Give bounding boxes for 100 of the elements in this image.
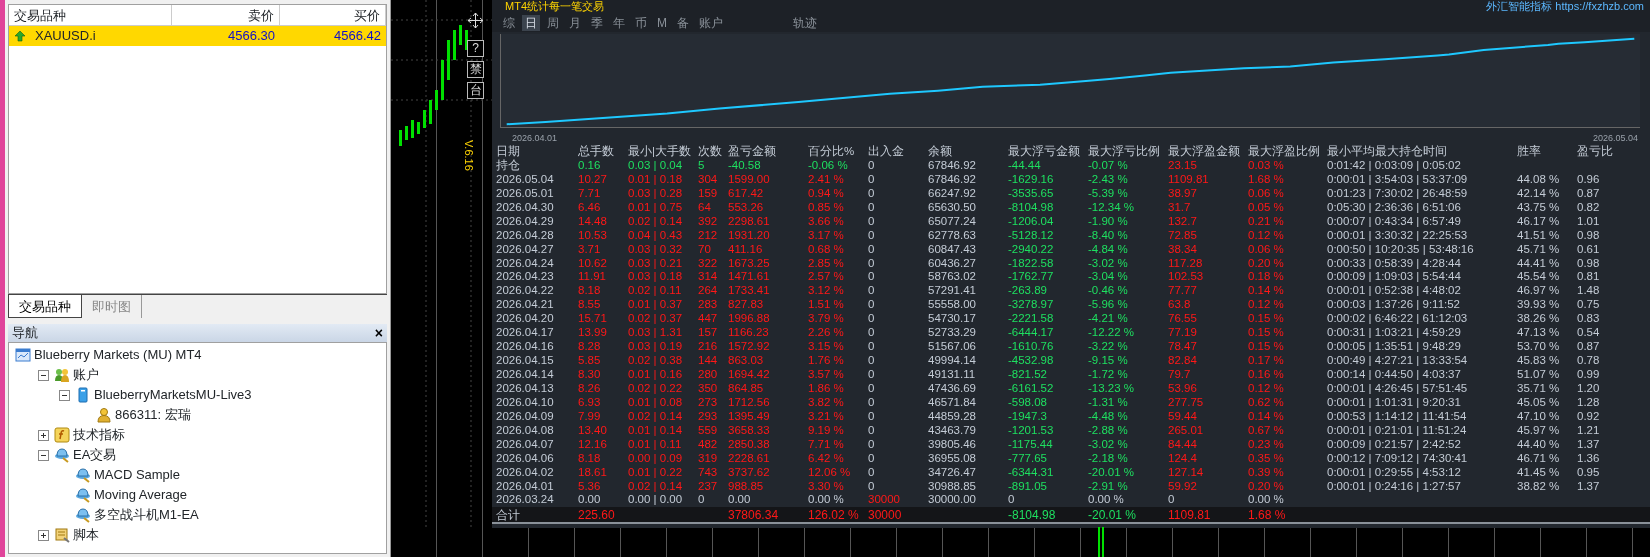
table-cell-text: 0.00 bbox=[578, 493, 602, 508]
table-cell-text: -1201.53 bbox=[1008, 423, 1055, 438]
tab[interactable]: 周 bbox=[544, 15, 562, 31]
table-cell-text: -8.40 % bbox=[1088, 228, 1129, 243]
collapse-icon[interactable] bbox=[38, 369, 49, 381]
tab[interactable]: 币 bbox=[632, 15, 650, 31]
close-button[interactable]: × bbox=[374, 326, 383, 340]
table-cell-text: 1395.49 bbox=[728, 409, 771, 424]
table-cell-text: 0.35 % bbox=[1248, 451, 1285, 466]
table-cell-text: 47.10 % bbox=[1517, 409, 1561, 424]
tab[interactable]: 日 bbox=[522, 15, 540, 31]
table-cell-text: 0.92 bbox=[1577, 409, 1601, 424]
table-cell-text: 2026.04.09 bbox=[496, 409, 555, 424]
candle bbox=[441, 60, 444, 100]
table-cell-text: 0:00:50 | 10:20:35 | 53:48:16 bbox=[1327, 242, 1475, 257]
table-cell-text: 3.79 % bbox=[808, 312, 845, 327]
table-cell-text: -40.58 bbox=[728, 158, 762, 173]
table-cell-text: 0.16 bbox=[578, 158, 602, 173]
table-cell-text: 0 bbox=[868, 158, 876, 173]
table-cell-text: 1.21 bbox=[1577, 423, 1601, 438]
chart-button[interactable]: 禁 bbox=[467, 61, 484, 78]
panel-title: MT4统计每一笔交易 bbox=[505, 0, 604, 12]
table-cell-text: 124.4 bbox=[1168, 451, 1198, 466]
table-cell-text: 0.12 % bbox=[1248, 228, 1285, 243]
table-cell-text: -20.01 % bbox=[1088, 507, 1138, 525]
tab[interactable]: 备 bbox=[674, 15, 692, 31]
table-cell-text: 0.61 bbox=[1577, 242, 1601, 257]
chart-button[interactable]: 台 bbox=[467, 82, 484, 99]
chart-button[interactable]: ? bbox=[467, 40, 484, 57]
table-cell-text: 58763.02 bbox=[928, 270, 977, 285]
tab[interactable]: M bbox=[654, 15, 670, 31]
table-cell-text: -6161.52 bbox=[1008, 381, 1055, 396]
table-cell-text: 1572.92 bbox=[728, 340, 771, 355]
table-cell-text: 0 bbox=[868, 270, 876, 285]
tree-item[interactable]: BlueberryMarketsMU-Live3 bbox=[94, 385, 252, 405]
tree-item[interactable]: Blueberry Markets (MU) MT4 bbox=[34, 345, 202, 365]
tree-item[interactable]: 866311: 宏瑞 bbox=[115, 405, 191, 425]
table-cell-text: 553.26 bbox=[728, 200, 765, 215]
table-cell-text: 0.01 | 0.08 bbox=[628, 395, 684, 410]
tree-item[interactable]: MACD Sample bbox=[94, 465, 180, 485]
table-cell-text: 0.01 | 0.16 bbox=[628, 368, 684, 382]
table-cell-text: 84.44 bbox=[1168, 437, 1198, 452]
function-icon bbox=[54, 427, 70, 443]
table-cell-text: 2026.04.28 bbox=[496, 228, 555, 243]
table-cell-text: 0 bbox=[868, 284, 876, 299]
table-cell-text: 0.20 % bbox=[1248, 256, 1285, 271]
expand-icon[interactable] bbox=[38, 529, 49, 541]
tree-item[interactable]: EA交易 bbox=[73, 445, 117, 465]
table-cell-text: 0 bbox=[868, 381, 876, 396]
table-cell-text: -13.23 % bbox=[1088, 381, 1136, 396]
table-cell-text: 0.03 % bbox=[1248, 158, 1285, 173]
table-cell-text: 2026.04.15 bbox=[496, 354, 555, 368]
expand-icon[interactable] bbox=[38, 429, 49, 441]
column-header: 盈亏金额 bbox=[728, 145, 777, 159]
collapse-icon[interactable] bbox=[59, 389, 70, 401]
tab[interactable]: 季 bbox=[588, 15, 606, 31]
symbol-row[interactable]: XAUUSD.i 4566.30 4566.42 bbox=[9, 26, 386, 46]
collapse-icon[interactable] bbox=[38, 449, 49, 461]
table-cell-text: 3.57 % bbox=[808, 368, 845, 382]
table-cell-text: 2026.04.29 bbox=[496, 214, 555, 229]
tab[interactable]: 交易品种 bbox=[8, 295, 82, 318]
tree-item[interactable]: 脚本 bbox=[73, 525, 99, 545]
table-cell-text: 3.12 % bbox=[808, 284, 845, 299]
table-cell-text: 30988.85 bbox=[928, 479, 977, 494]
table-cell-text: 30000 bbox=[868, 507, 903, 525]
table-cell-text: 0.02 | 0.14 bbox=[628, 409, 684, 424]
column-header: 总手数 bbox=[578, 145, 615, 159]
tab[interactable]: 年 bbox=[610, 15, 628, 31]
website-link[interactable]: 外汇智能指标 https://fxzhzb.com bbox=[1486, 0, 1644, 12]
tree-item[interactable]: 账户 bbox=[73, 365, 99, 385]
table-cell-text: 47436.69 bbox=[928, 381, 977, 396]
tree-item[interactable]: 多空战斗机M1-EA bbox=[94, 505, 199, 525]
table-cell-text: 0.15 % bbox=[1248, 340, 1285, 355]
table-cell-text: 2228.61 bbox=[728, 451, 771, 466]
tree-item[interactable]: 技术指标 bbox=[73, 425, 125, 445]
table-cell-text: 1.37 bbox=[1577, 479, 1601, 494]
tab[interactable]: 月 bbox=[566, 15, 584, 31]
column-header: 最小平均最大持仓时间 bbox=[1327, 145, 1448, 159]
table-cell-text: 45.71 % bbox=[1517, 242, 1561, 257]
table-cell-text: 2026.04.02 bbox=[496, 465, 555, 480]
table-cell-text: 1712.56 bbox=[728, 395, 771, 410]
table-cell-text: 0 bbox=[868, 186, 876, 201]
table-cell-text: -20.01 % bbox=[1088, 465, 1136, 480]
table-cell-text: 51.07 % bbox=[1517, 368, 1561, 382]
table-cell-text: 0.17 % bbox=[1248, 354, 1285, 368]
table-cell-text: 2026.04.21 bbox=[496, 298, 555, 313]
table-cell-text: 0 bbox=[868, 354, 876, 368]
tab[interactable]: 账户 bbox=[696, 15, 726, 31]
table-cell-text: 0 bbox=[868, 395, 876, 410]
table-cell-text: 12.06 % bbox=[808, 465, 852, 480]
table-cell-text: 0:00:01 | 4:26:45 | 57:51:45 bbox=[1327, 381, 1469, 396]
table-cell-text: 2026.04.24 bbox=[496, 256, 555, 271]
move-icon[interactable] bbox=[467, 12, 484, 29]
tree-item[interactable]: Moving Average bbox=[94, 485, 187, 505]
table-cell-text: -5.96 % bbox=[1088, 298, 1129, 313]
tab[interactable]: 轨迹 bbox=[790, 15, 820, 31]
table-cell-text: 0:00:12 | 7:09:12 | 74:30:41 bbox=[1327, 451, 1469, 466]
table-cell-text: 0 bbox=[868, 326, 876, 341]
tab[interactable]: 综 bbox=[500, 15, 518, 31]
table-cell-text: 212 bbox=[698, 228, 719, 243]
